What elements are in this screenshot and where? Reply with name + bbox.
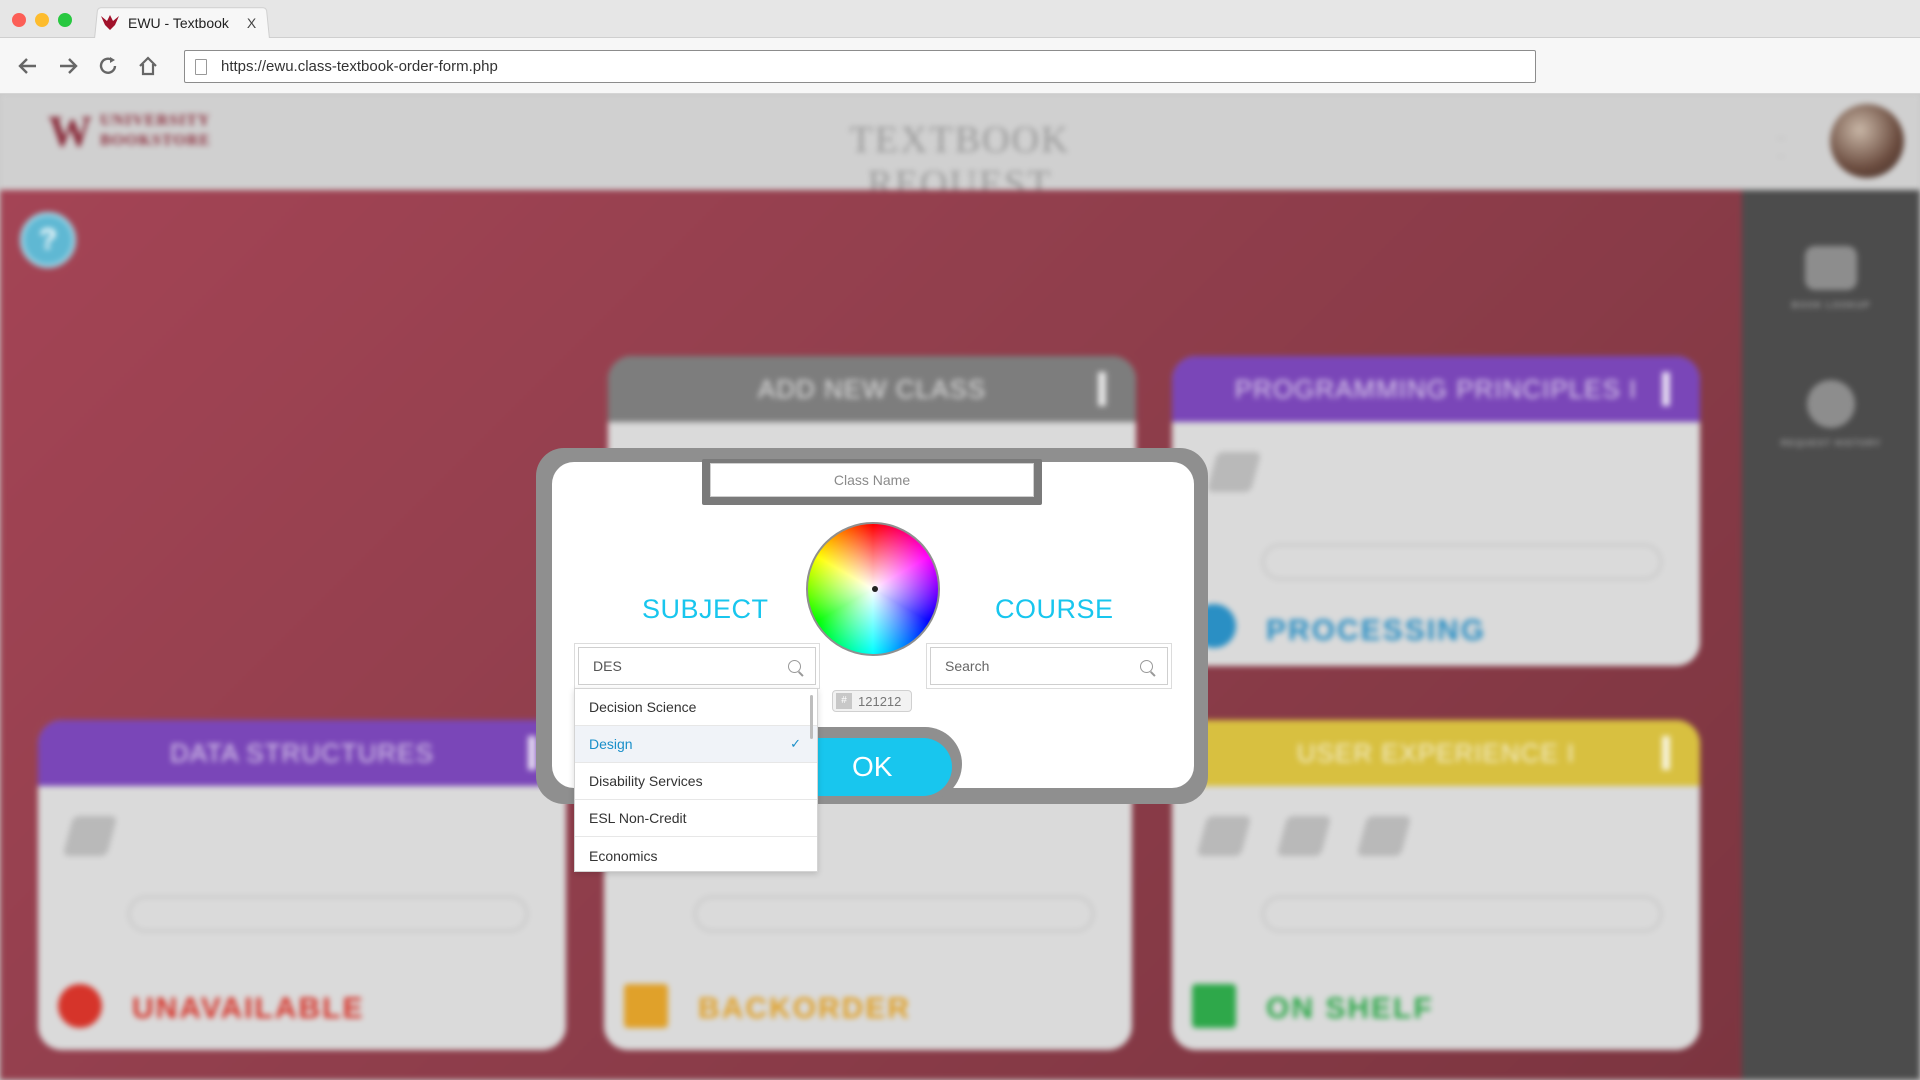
page-icon — [195, 58, 207, 75]
card-menu-icon[interactable] — [1662, 372, 1670, 406]
sidebar-item-label: REQUEST HISTORY — [1780, 438, 1882, 448]
sidebar-item-label: BOOK LOOKUP — [1791, 300, 1871, 310]
search-icon[interactable] — [1140, 660, 1153, 673]
app-header: W UNIVERSITY BOOKSTORE TEXTBOOK REQUEST … — [0, 94, 1920, 205]
eagle-favicon-icon — [100, 13, 120, 34]
notes-field — [128, 896, 528, 932]
dropdown-option-esl-non-credit[interactable]: ESL Non-Credit — [575, 800, 817, 837]
notes-field — [1262, 544, 1662, 580]
dropdown-option-design[interactable]: Design ✓ — [575, 726, 817, 763]
class-card-user-experience[interactable]: USER EXPERIENCE I ON SHELF — [1172, 720, 1700, 1050]
close-window-button[interactable] — [12, 13, 26, 27]
book-icon — [1356, 816, 1412, 856]
browser-tab-content[interactable]: EWU - Textbook X — [100, 10, 256, 36]
status-label: PROCESSING — [1266, 614, 1487, 647]
dropdown-option-economics[interactable]: Economics — [575, 837, 817, 871]
unavailable-icon — [58, 984, 102, 1028]
card-title: DATA STRUCTURES — [170, 737, 434, 768]
card-title: ADD NEW CLASS — [757, 373, 987, 404]
hex-value: 121212 — [858, 693, 902, 709]
book-icon — [1206, 452, 1262, 492]
book-stack-icon — [1805, 246, 1857, 290]
book-icon — [1196, 816, 1252, 856]
class-card-data-structures[interactable]: DATA STRUCTURES UNAVAILABLE — [38, 720, 566, 1050]
tab-close-button[interactable]: X — [247, 15, 256, 31]
notes-field — [694, 896, 1094, 932]
card-menu-icon[interactable] — [528, 736, 536, 770]
card-menu-icon[interactable] — [1662, 736, 1670, 770]
minimize-window-button[interactable] — [35, 13, 49, 27]
subject-search — [574, 643, 820, 689]
url-text: https://ewu.class-textbook-order-form.ph… — [221, 58, 498, 75]
book-icon — [1276, 816, 1332, 856]
address-bar[interactable]: https://ewu.class-textbook-order-form.ph… — [184, 50, 1536, 83]
status-label: UNAVAILABLE — [132, 992, 365, 1025]
dropdown-option-decision-science[interactable]: Decision Science — [575, 689, 817, 726]
status-label: BACKORDER — [698, 992, 911, 1025]
card-title: USER EXPERIENCE I — [1296, 737, 1576, 768]
subject-dropdown: Decision Science Design ✓ Disability Ser… — [574, 688, 818, 872]
avatar[interactable] — [1830, 104, 1904, 178]
sidebar: BOOK LOOKUP REQUEST HISTORY — [1742, 190, 1920, 1080]
maximize-window-button[interactable] — [58, 13, 72, 27]
check-icon: ✓ — [790, 736, 801, 751]
sidebar-item-book-lookup[interactable]: BOOK LOOKUP — [1742, 246, 1920, 310]
home-icon[interactable] — [134, 52, 162, 80]
on-shelf-check-icon — [1192, 984, 1236, 1028]
card-title: PROGRAMMING PRINCIPLES I — [1234, 373, 1638, 404]
color-picker-handle[interactable] — [872, 586, 878, 592]
dropdown-option-disability-services[interactable]: Disability Services — [575, 763, 817, 800]
search-icon[interactable] — [788, 660, 801, 673]
notes-field — [1262, 896, 1662, 932]
status-label: ON SHELF — [1266, 992, 1434, 1025]
card-menu-icon[interactable] — [1098, 372, 1106, 406]
book-icon — [62, 816, 118, 856]
class-name-input[interactable] — [710, 463, 1034, 497]
course-title: COURSE — [995, 594, 1114, 624]
course-search-input[interactable] — [945, 658, 1125, 674]
subject-title: SUBJECT — [642, 594, 769, 624]
back-arrow-icon[interactable] — [14, 52, 42, 80]
subject-search-input[interactable] — [593, 658, 773, 674]
university-bookstore-logo: W UNIVERSITY BOOKSTORE — [48, 107, 211, 156]
help-icon[interactable]: ? — [20, 212, 76, 268]
tab-title: EWU - Textbook — [128, 15, 229, 31]
browser-tab-bar: EWU - Textbook X — [0, 0, 1920, 39]
course-search — [926, 643, 1172, 689]
hex-color-field[interactable]: # 121212 — [832, 690, 912, 712]
hex-hash-label: # — [836, 693, 852, 709]
browser-toolbar: https://ewu.class-textbook-order-form.ph… — [0, 38, 1920, 94]
reload-icon[interactable] — [94, 52, 122, 80]
history-icon — [1807, 380, 1855, 428]
class-card-programming-principles[interactable]: PROGRAMMING PRINCIPLES I PROCESSING — [1172, 356, 1700, 666]
warning-icon — [624, 984, 668, 1028]
ok-button[interactable]: OK — [800, 738, 952, 796]
forward-arrow-icon[interactable] — [54, 52, 82, 80]
user-info: ··· ·· — [1776, 133, 1786, 162]
dropdown-scrollbar[interactable] — [810, 695, 813, 739]
sidebar-item-request-history[interactable]: REQUEST HISTORY — [1742, 380, 1920, 448]
